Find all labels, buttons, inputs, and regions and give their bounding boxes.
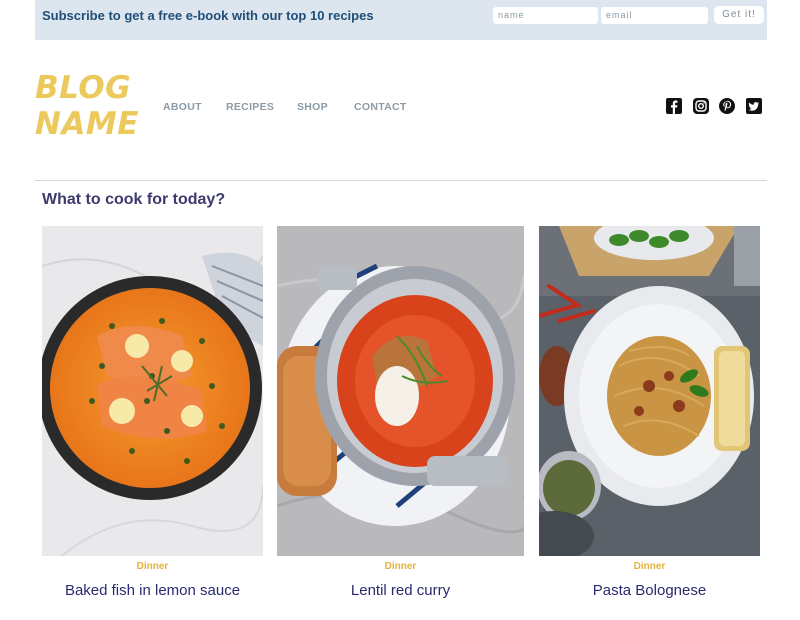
email-input[interactable]: email	[601, 7, 708, 24]
card-category[interactable]: Dinner	[277, 561, 524, 572]
card-title[interactable]: Lentil red curry	[277, 582, 524, 599]
get-it-button[interactable]: Get it!	[714, 6, 764, 24]
pasta-bolognese-photo[interactable]	[539, 226, 760, 556]
nav-item-recipes[interactable]: RECIPES	[226, 101, 274, 113]
name-input[interactable]: name	[493, 7, 598, 24]
blog-logo[interactable]: BLOG NAME	[35, 70, 150, 142]
nav-item-about[interactable]: ABOUT	[163, 101, 202, 113]
section-title: What to cook for today?	[42, 191, 226, 208]
instagram-icon[interactable]	[693, 98, 709, 114]
card-category[interactable]: Dinner	[539, 561, 760, 572]
subscribe-text: Subscribe to get a free e-book with our …	[42, 8, 374, 23]
card-category[interactable]: Dinner	[42, 561, 263, 572]
card-title[interactable]: Baked fish in lemon sauce	[42, 582, 263, 599]
header-divider	[35, 180, 767, 181]
nav-item-shop[interactable]: SHOP	[297, 101, 328, 113]
twitter-icon[interactable]	[746, 98, 762, 114]
facebook-icon[interactable]	[666, 98, 682, 114]
pinterest-icon[interactable]	[719, 98, 735, 114]
lentil-curry-photo[interactable]	[277, 226, 524, 556]
subscribe-bar: Subscribe to get a free e-book with our …	[35, 0, 767, 40]
nav-item-contact[interactable]: CONTACT	[354, 101, 407, 113]
card-title[interactable]: Pasta Bolognese	[539, 582, 760, 599]
baked-fish-photo[interactable]	[42, 226, 263, 556]
